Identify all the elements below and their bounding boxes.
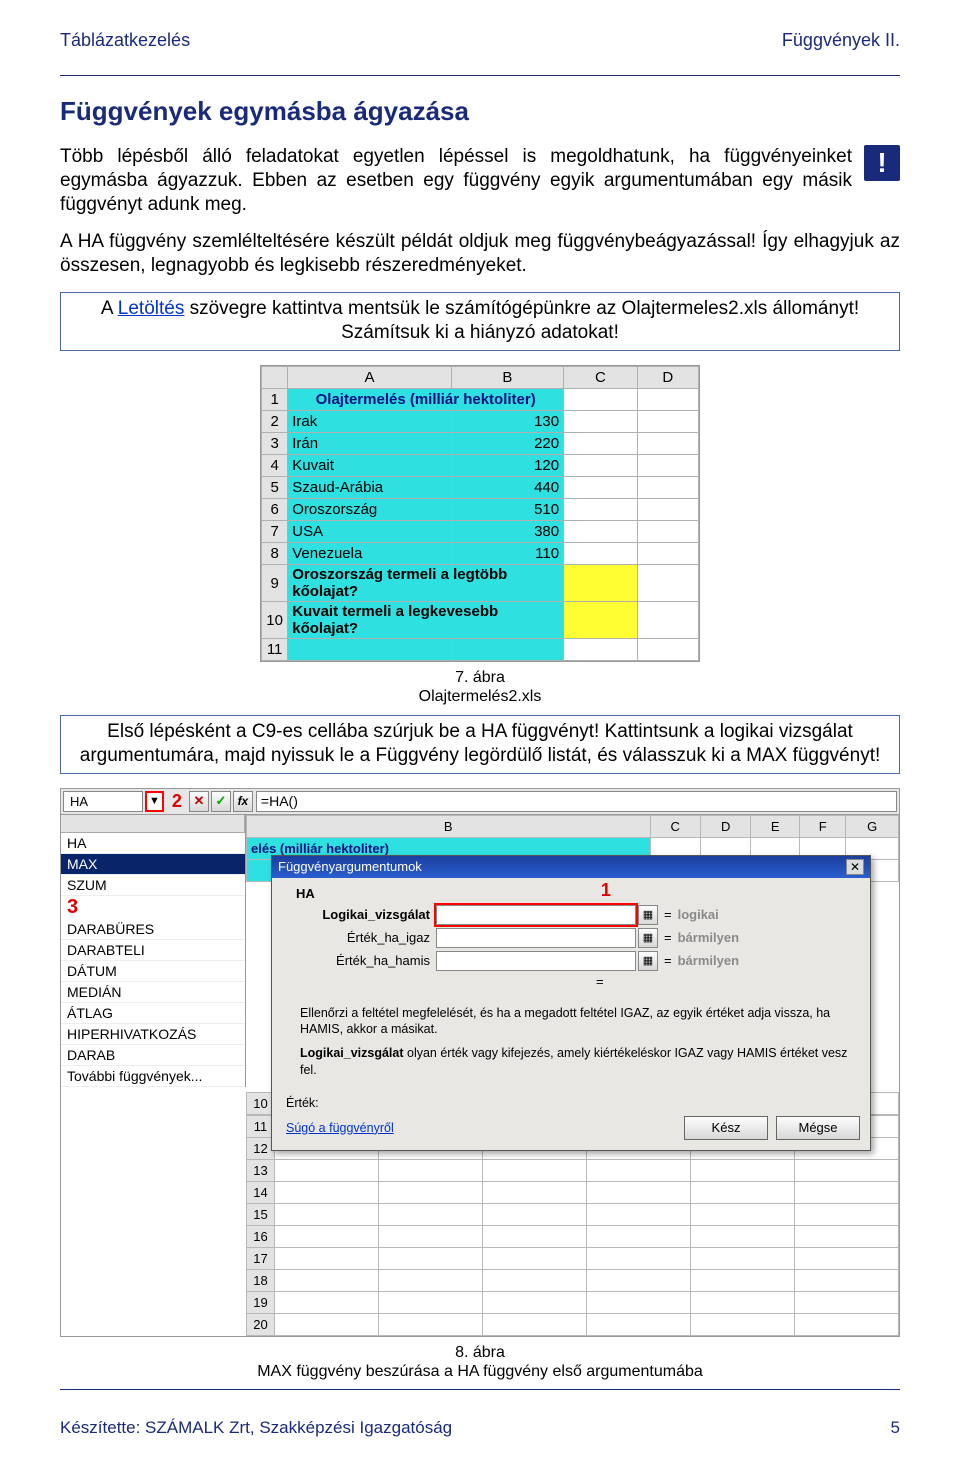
dialog-arg-row: Logikai_vizsgálat ▦ = logikai [296, 905, 858, 925]
download-link[interactable]: Letöltés [118, 298, 185, 319]
arg-input[interactable] [436, 905, 636, 925]
dropdown-item[interactable]: MAX [61, 854, 245, 875]
fig2-caption-a: 8. ábra [455, 1344, 505, 1361]
dialog-value-label: Érték: [286, 1096, 319, 1110]
header-right: Függvények II. [782, 30, 900, 51]
box1-post: szövegre kattintva mentsük le számítógép… [184, 298, 859, 344]
name-box[interactable]: HA [63, 791, 143, 812]
callout-box-1: A Letöltés szövegre kattintva mentsük le… [60, 292, 900, 351]
formula-input[interactable]: =HA() [256, 791, 897, 812]
paragraph-1: Több lépésből álló feladatokat egyetlen … [60, 145, 852, 216]
fig1-caption-a: 7. ábra [455, 669, 505, 686]
function-arguments-dialog: Függvényargumentumok ✕ 1 HA Logikai_vizs… [271, 855, 871, 1151]
figure-1-spreadsheet: ABCD1Olajtermelés (milliár hektoliter)2I… [260, 365, 700, 662]
dialog-cancel-button[interactable]: Mégse [776, 1116, 860, 1140]
divider-bottom [60, 1389, 900, 1390]
insert-function-button[interactable]: fx [233, 791, 253, 812]
warning-icon: ! [864, 145, 900, 181]
cancel-button[interactable]: ✕ [189, 791, 209, 812]
arg-label: Érték_ha_igaz [296, 930, 436, 945]
header-left: Táblázatkezelés [60, 30, 190, 51]
arg-type: logikai [678, 907, 719, 922]
marker-1: 1 [601, 880, 611, 901]
dialog-title: Függvényargumentumok [278, 859, 422, 874]
marker-3: 3 [67, 896, 78, 918]
dropdown-item[interactable]: DARAB [61, 1045, 245, 1066]
enter-button[interactable]: ✓ [211, 791, 231, 812]
dropdown-item[interactable]: DARABTELI [61, 940, 245, 961]
divider [60, 75, 900, 76]
footer-left: Készítette: SZÁMALK Zrt, Szakképzési Iga… [60, 1418, 452, 1438]
formula-bar: HA ▼ 2 ✕ ✓ fx =HA() [61, 789, 899, 815]
figure-1-caption: 7. ábra Olajtermelés2.xls [60, 668, 900, 706]
arg-input[interactable] [436, 951, 636, 971]
argdesc-bold: Logikai_vizsgálat [300, 1046, 404, 1060]
dialog-arg-row: Érték_ha_hamis ▦ = bármilyen [296, 951, 858, 971]
dropdown-item[interactable]: DARABÜRES [61, 919, 245, 940]
arg-eq: = [664, 953, 672, 968]
arg-input[interactable] [436, 928, 636, 948]
paragraph-2: A HA függvény szemlélteltésére készült p… [60, 230, 900, 278]
page-header: Táblázatkezelés Függvények II. [60, 30, 900, 51]
footer-right: 5 [891, 1418, 900, 1438]
dialog-arg-description: Logikai_vizsgálat olyan érték vagy kifej… [300, 1045, 854, 1078]
dropdown-item[interactable]: MEDIÁN [61, 982, 245, 1003]
range-picker-icon[interactable]: ▦ [638, 928, 658, 948]
arg-type: bármilyen [678, 953, 739, 968]
arg-label: Érték_ha_hamis [296, 953, 436, 968]
dialog-arg-row: Érték_ha_igaz ▦ = bármilyen [296, 928, 858, 948]
page-footer: Készítette: SZÁMALK Zrt, Szakképzési Iga… [60, 1418, 900, 1438]
chevron-down-icon: ▼ [149, 795, 160, 807]
marker-2: 2 [172, 791, 182, 812]
fig1-caption-b: Olajtermelés2.xls [419, 688, 542, 705]
dialog-result-eq: = [296, 974, 858, 995]
page: Táblázatkezelés Függvények II. Függvénye… [0, 0, 960, 1458]
range-picker-icon[interactable]: ▦ [638, 951, 658, 971]
arg-eq: = [664, 907, 672, 922]
range-picker-icon[interactable]: ▦ [638, 905, 658, 925]
dropdown-item[interactable]: ÁTLAG [61, 1003, 245, 1024]
dropdown-item[interactable]: DÁTUM [61, 961, 245, 982]
figure-2-caption: 8. ábra MAX függvény beszúrása a HA függ… [60, 1343, 900, 1381]
name-box-dropdown[interactable]: ▼ [145, 791, 164, 812]
box1-pre: A [101, 298, 118, 319]
arg-label: Logikai_vizsgálat [296, 907, 436, 922]
dropdown-item[interactable]: További függvények... [61, 1066, 245, 1087]
dialog-help-link[interactable]: Súgó a függvényről [286, 1121, 394, 1135]
col-A-placeholder [61, 815, 245, 832]
figure-2-excel-ui: HA ▼ 2 ✕ ✓ fx =HA() HAMAXSZUM 3DARABÜRES… [60, 788, 900, 1337]
dialog-ok-button[interactable]: Kész [684, 1116, 768, 1140]
dropdown-item[interactable]: HIPERHIVATKOZÁS [61, 1024, 245, 1045]
close-button[interactable]: ✕ [846, 859, 864, 875]
dialog-function-name: HA [296, 886, 858, 901]
arg-type: bármilyen [678, 930, 739, 945]
dropdown-item[interactable]: SZUM [61, 875, 245, 896]
callout-box-2: Első lépésként a C9-es cellába szúrjuk b… [60, 715, 900, 774]
arg-eq: = [664, 930, 672, 945]
fig2-caption-b: MAX függvény beszúrása a HA függvény els… [257, 1363, 703, 1380]
section-title: Függvények egymásba ágyazása [60, 96, 900, 127]
function-dropdown: HAMAXSZUM 3DARABÜRESDARABTELIDÁTUMMEDIÁN… [61, 815, 246, 1087]
intro-row: Több lépésből álló feladatokat egyetlen … [60, 145, 900, 230]
dialog-description: Ellenőrzi a feltétel megfelelését, és ha… [300, 1005, 854, 1038]
dialog-titlebar: Függvényargumentumok ✕ [272, 856, 870, 878]
dropdown-item[interactable]: HA [61, 833, 245, 854]
